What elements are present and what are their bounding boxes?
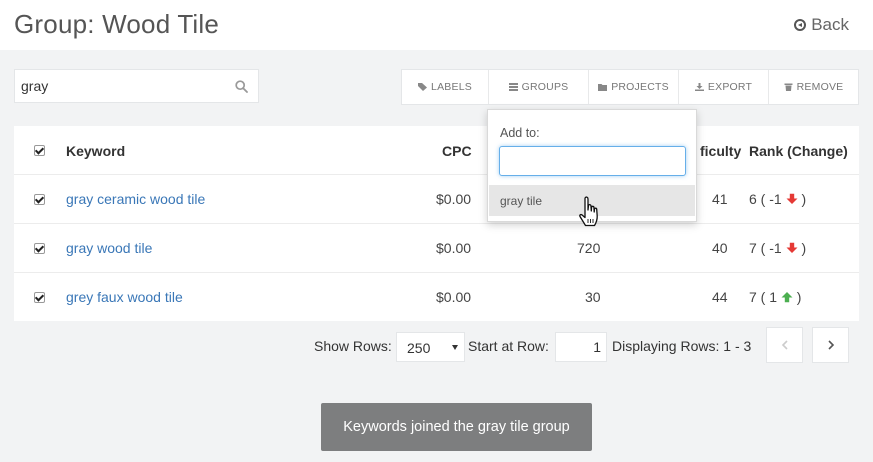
- difficulty-value: 40: [712, 240, 728, 256]
- keyword-header[interactable]: Keyword: [66, 143, 125, 159]
- chevron-left-icon: [781, 340, 788, 350]
- groups-label: GROUPS: [521, 81, 569, 93]
- labels-button[interactable]: LABELS: [402, 70, 489, 104]
- row-checkbox[interactable]: [34, 292, 45, 303]
- rank-close: ): [801, 191, 807, 207]
- difficulty-value: 44: [712, 289, 728, 305]
- keyword-search: [14, 69, 259, 103]
- remove-label: REMOVE: [796, 81, 844, 93]
- rank-value: 7 ( 1 ): [749, 289, 801, 305]
- rows-per-page-select[interactable]: 250: [396, 332, 465, 362]
- table-header-row: Keyword CPC ficulty Rank (Change): [14, 126, 859, 175]
- back-label: Back: [811, 15, 849, 34]
- tag-icon: [418, 83, 428, 91]
- rank-close: ): [796, 289, 802, 305]
- stack-icon: [508, 83, 518, 91]
- table-row: gray wood tile $0.00 720 40 7 ( -1 ): [14, 224, 859, 273]
- start-row-input[interactable]: [555, 332, 607, 362]
- next-page-button[interactable]: [812, 327, 849, 363]
- projects-label: PROJECTS: [611, 81, 669, 93]
- show-rows-label: Show Rows:: [314, 338, 392, 354]
- trash-icon: [784, 83, 793, 91]
- start-row-label: Start at Row:: [468, 338, 549, 354]
- difficulty-header[interactable]: ficulty: [700, 143, 741, 159]
- volume-value: 720: [577, 240, 601, 256]
- row-checkbox[interactable]: [34, 194, 45, 205]
- arrow-down-icon: [786, 242, 798, 253]
- search-input[interactable]: [15, 70, 225, 102]
- download-icon: [694, 83, 704, 91]
- chevron-right-icon: [827, 340, 834, 350]
- page-header: Group: Wood Tile Back: [0, 0, 873, 50]
- caret-down-icon: [452, 345, 458, 350]
- groups-button[interactable]: GROUPS: [489, 70, 589, 104]
- rank-value: 6 ( -1 ): [749, 191, 806, 207]
- cpc-value: $0.00: [436, 191, 472, 207]
- export-button[interactable]: EXPORT: [679, 70, 769, 104]
- select-all-checkbox[interactable]: [34, 145, 45, 156]
- table-row: grey faux wood tile $0.00 30 44 7 ( 1 ): [14, 273, 859, 322]
- volume-value: 30: [585, 289, 601, 305]
- hand-pointer-icon: [579, 196, 598, 227]
- keyword-link[interactable]: gray wood tile: [66, 240, 152, 256]
- keyword-link[interactable]: grey faux wood tile: [66, 289, 183, 305]
- remove-button[interactable]: REMOVE: [769, 70, 858, 104]
- cpc-header[interactable]: CPC: [442, 143, 472, 159]
- search-icon[interactable]: [235, 80, 248, 93]
- export-label: EXPORT: [707, 81, 753, 93]
- rank-close: ): [801, 240, 807, 256]
- toast-notification: Keywords joined the gray tile group: [321, 403, 592, 451]
- page-title: Group: Wood Tile: [14, 9, 220, 39]
- cpc-value: $0.00: [436, 289, 472, 305]
- back-arrow-icon: [794, 19, 807, 31]
- action-toolbar: LABELS GROUPS PROJECTS EXPORT REMOVE: [401, 69, 859, 105]
- rank-text: 7 ( -1: [749, 240, 782, 256]
- keyword-table: Keyword CPC ficulty Rank (Change) gray c…: [14, 126, 859, 321]
- displaying-rows: Displaying Rows: 1 - 3: [612, 338, 752, 354]
- folder-icon: [598, 84, 608, 91]
- rank-text: 6 ( -1: [749, 191, 782, 207]
- keyword-link[interactable]: gray ceramic wood tile: [66, 191, 205, 207]
- arrow-up-icon: [781, 292, 793, 303]
- labels-label: LABELS: [431, 81, 472, 93]
- prev-page-button[interactable]: [766, 327, 803, 363]
- rank-text: 7 ( 1: [749, 289, 778, 305]
- table-row: gray ceramic wood tile $0.00 41 6 ( -1 ): [14, 175, 859, 224]
- group-name-input[interactable]: [499, 146, 686, 176]
- rank-value: 7 ( -1 ): [749, 240, 806, 256]
- rows-per-page-value: 250: [407, 340, 431, 356]
- row-checkbox[interactable]: [34, 243, 45, 254]
- cpc-value: $0.00: [436, 240, 472, 256]
- back-link[interactable]: Back: [794, 15, 849, 35]
- projects-button[interactable]: PROJECTS: [589, 70, 679, 104]
- rank-header[interactable]: Rank (Change): [749, 143, 848, 159]
- difficulty-value: 41: [712, 191, 728, 207]
- arrow-down-icon: [786, 193, 798, 204]
- add-to-label: Add to:: [500, 126, 540, 140]
